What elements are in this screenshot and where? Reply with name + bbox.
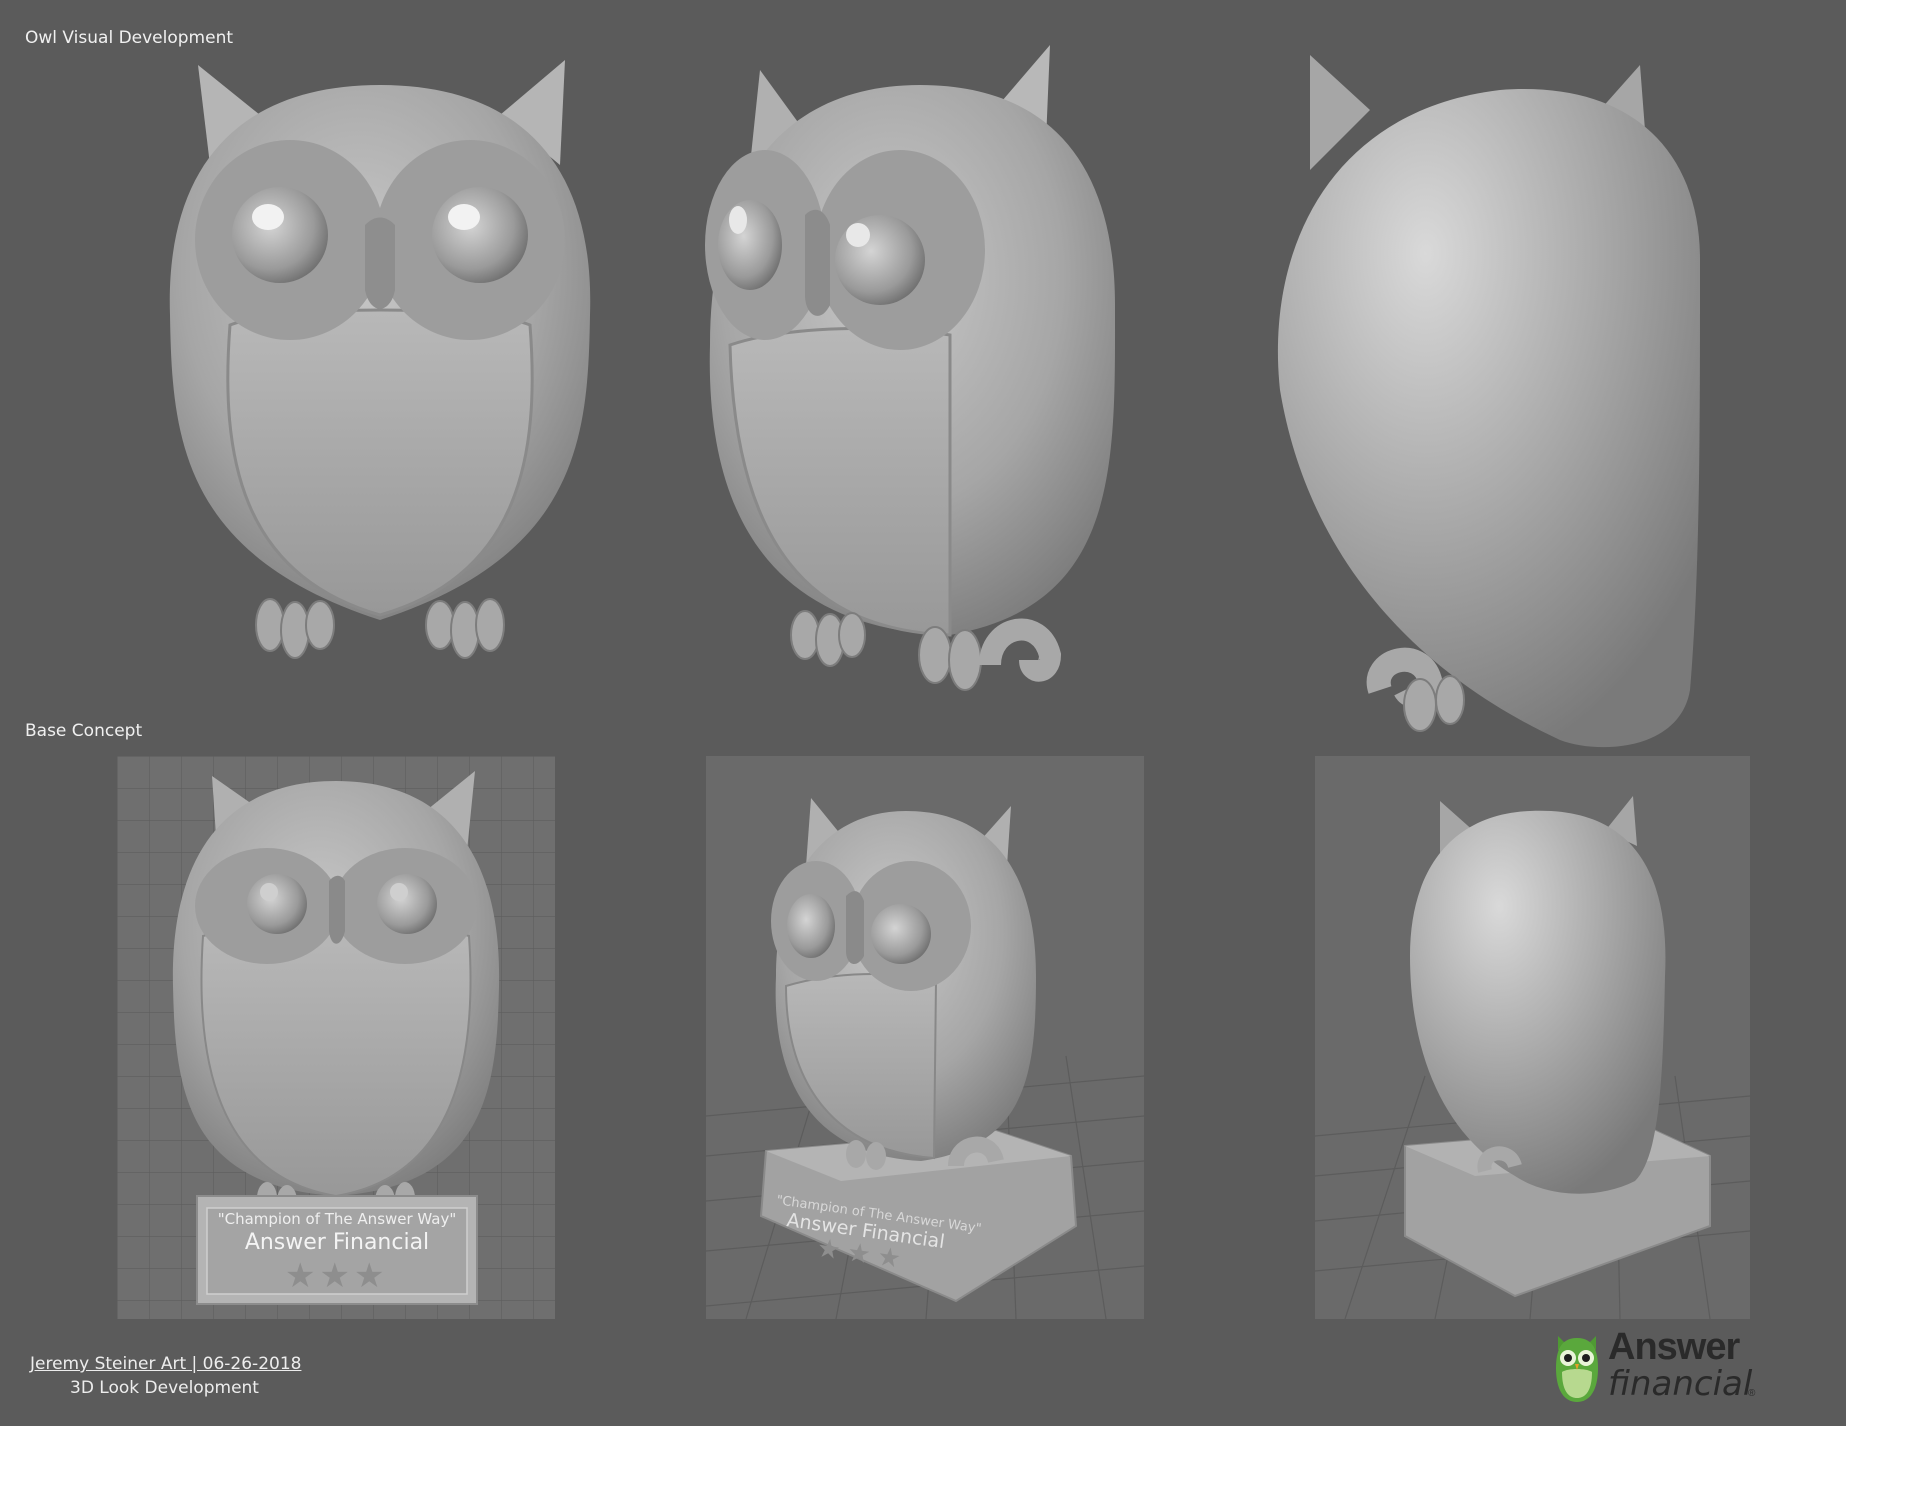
- owl-logo-icon: [1556, 1336, 1598, 1402]
- owl-belly: [728, 326, 952, 637]
- star-icon: ★: [285, 1257, 320, 1295]
- owl-eye-highlight-left: [729, 206, 747, 234]
- owl-eye-highlight-right: [390, 883, 408, 901]
- section-title-owl-visual-development: Owl Visual Development: [25, 28, 234, 48]
- logo-word-answer: Answer: [1608, 1326, 1740, 1368]
- owl-eye-highlight-left: [260, 883, 278, 901]
- logo-word-financial: financial: [1608, 1364, 1753, 1404]
- owl-beak: [846, 891, 864, 965]
- plaque-line-2: Answer Financial: [244, 1230, 430, 1255]
- plaque-stars: ★★★: [285, 1256, 388, 1296]
- owl-eye-left: [787, 894, 835, 958]
- owl-beak: [329, 875, 345, 944]
- render-panel-front: "Champion of The Answer Way" Answer Fina…: [117, 756, 555, 1319]
- owl-eye-left: [718, 200, 782, 290]
- owl-eye-highlight-right: [846, 223, 870, 247]
- render-back: [1315, 756, 1750, 1319]
- owl-eye-highlight-right: [448, 204, 480, 230]
- star-icon: ★: [353, 1257, 389, 1295]
- render-panel-back: [1315, 756, 1750, 1319]
- owl-eye-left: [232, 187, 328, 283]
- owl-eye-left: [247, 874, 307, 934]
- star-icon: ★: [319, 1257, 354, 1295]
- section-title-base-concept: Base Concept: [25, 721, 143, 741]
- footer-credit: Jeremy Steiner Art | 06-26-2018: [30, 1354, 302, 1374]
- owl-beak: [365, 217, 395, 309]
- owl-eye-right: [377, 874, 437, 934]
- owl-three-quarter-view: [705, 45, 1116, 691]
- owl-eye-right: [871, 904, 931, 964]
- render-panel-three-quarter: "Champion of The Answer Way" Answer Fina…: [706, 756, 1144, 1319]
- owl-eye-highlight-left: [252, 204, 284, 230]
- owl-front-view: [169, 60, 591, 659]
- render-three-quarter: "Champion of The Answer Way" Answer Fina…: [706, 756, 1144, 1319]
- owl-back-view: [1277, 55, 1700, 748]
- footer-subtitle: 3D Look Development: [70, 1378, 259, 1398]
- owl-beak: [805, 209, 830, 316]
- plaque-line-1: "Champion of The Answer Way": [217, 1210, 457, 1228]
- owl-back-body: [1277, 89, 1700, 748]
- logo-registered-mark: ®: [1748, 1388, 1756, 1399]
- answer-financial-logo: Answer financial ®: [1554, 1326, 1756, 1408]
- owl-eye-right: [432, 187, 528, 283]
